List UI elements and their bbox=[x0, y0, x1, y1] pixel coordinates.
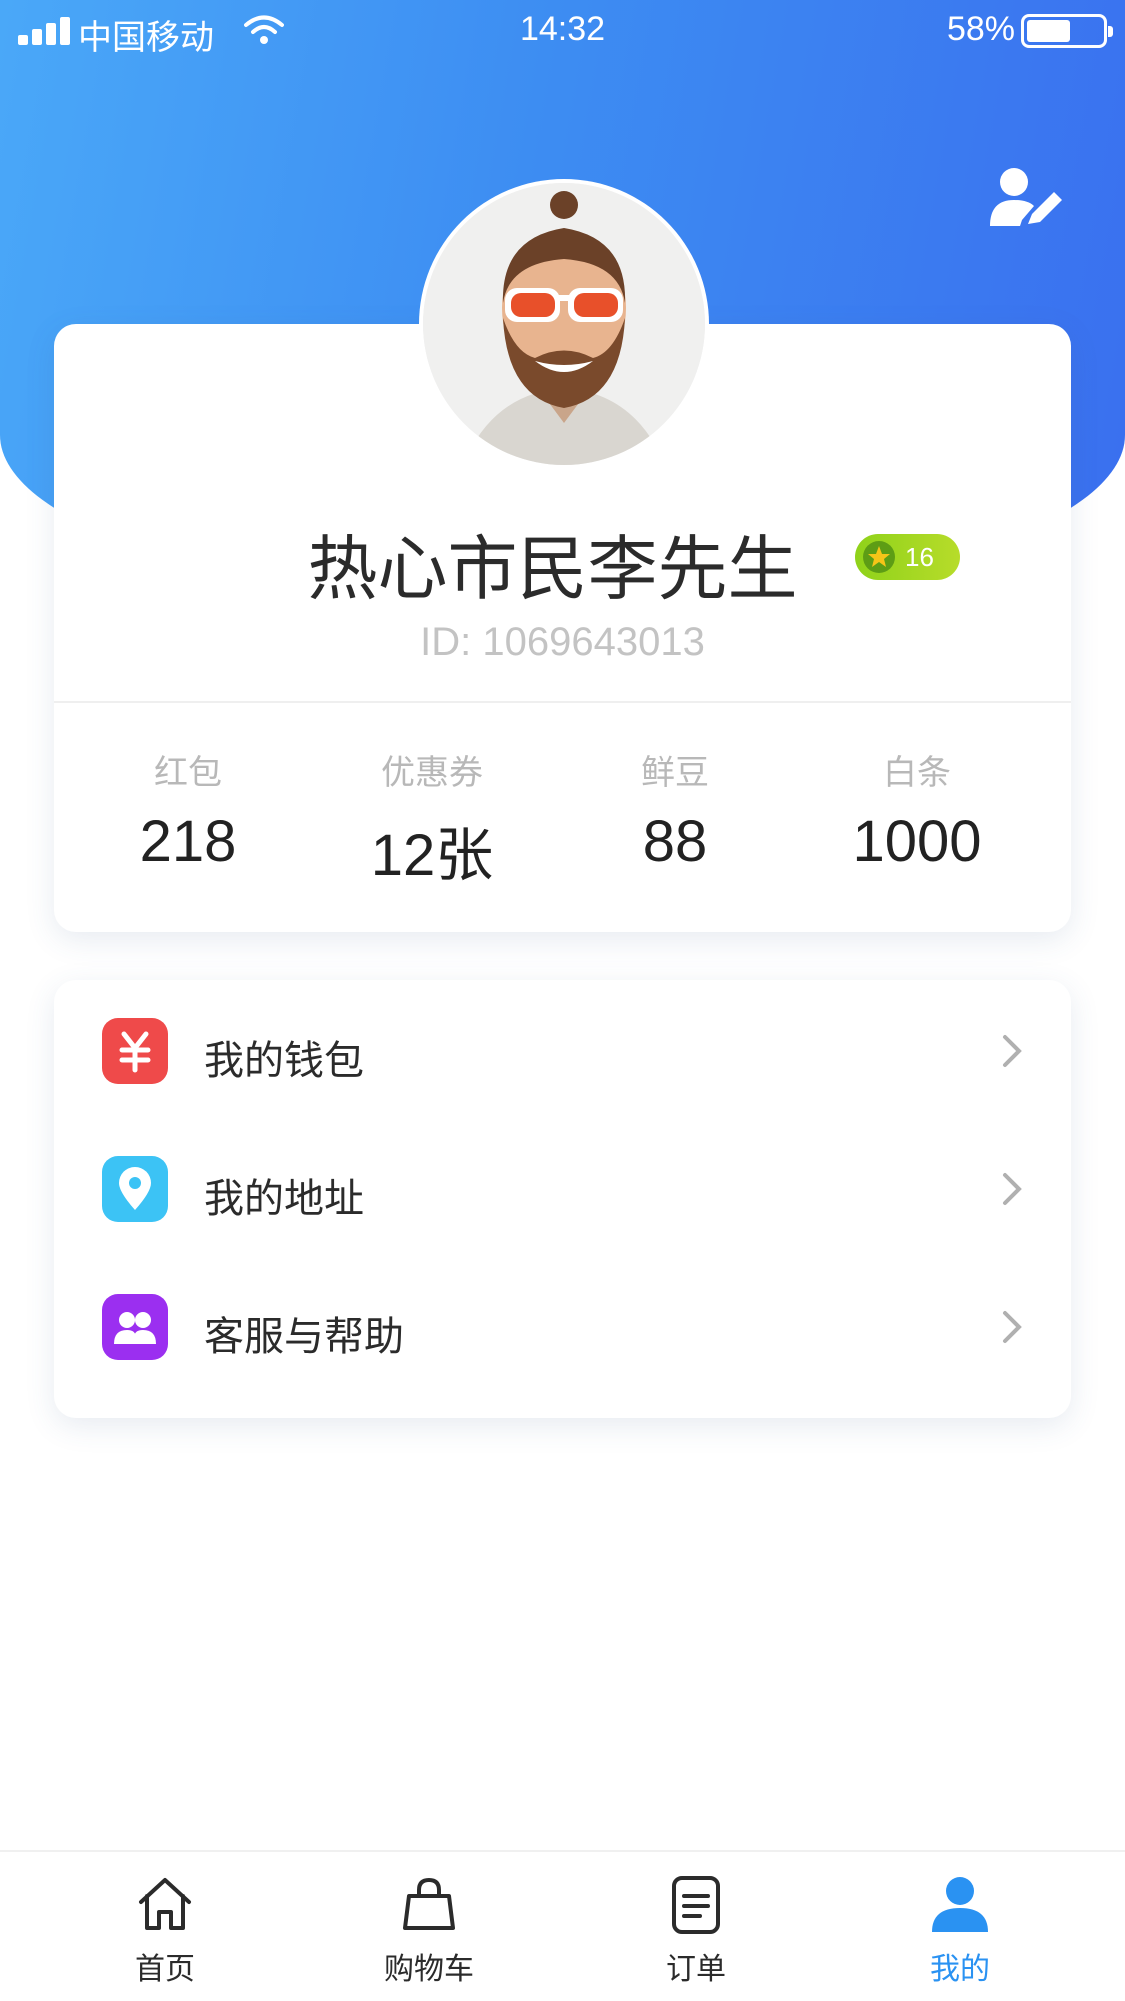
tab-cart[interactable]: 购物车 bbox=[329, 1852, 529, 2001]
status-bar: 中国移动 14:32 58% bbox=[0, 0, 1125, 60]
menu-card: 我的钱包 我的地址 客服与帮助 bbox=[54, 980, 1071, 1418]
tab-orders[interactable]: 订单 bbox=[596, 1852, 796, 2001]
stat-coupons[interactable]: 优惠券 12张 bbox=[310, 745, 554, 892]
shopping-bag-icon bbox=[403, 1877, 455, 1930]
tab-label: 购物车 bbox=[384, 1952, 474, 1987]
tab-home[interactable]: 首页 bbox=[65, 1852, 265, 2001]
tab-mine[interactable]: 我的 bbox=[860, 1852, 1060, 2001]
home-icon bbox=[139, 1878, 191, 1930]
divider bbox=[54, 701, 1071, 703]
level-badge: 16 bbox=[855, 534, 960, 580]
menu-label: 客服与帮助 bbox=[204, 1314, 404, 1360]
level-number: 16 bbox=[905, 542, 934, 572]
location-pin-icon bbox=[102, 1156, 168, 1222]
user-avatar[interactable] bbox=[423, 183, 705, 465]
menu-label: 我的钱包 bbox=[204, 1038, 364, 1084]
menu-label: 我的地址 bbox=[204, 1176, 364, 1222]
yuan-wallet-icon bbox=[102, 1018, 168, 1084]
tab-label: 我的 bbox=[930, 1952, 990, 1987]
menu-item-customer-service[interactable]: 客服与帮助 bbox=[54, 1258, 1071, 1396]
stat-value: 218 bbox=[139, 809, 237, 874]
battery-percent: 58% bbox=[946, 10, 1015, 48]
stat-label: 优惠券 bbox=[381, 753, 483, 793]
stat-beans[interactable]: 鲜豆 88 bbox=[553, 745, 797, 875]
menu-item-wallet[interactable]: 我的钱包 bbox=[54, 982, 1071, 1120]
menu-item-address[interactable]: 我的地址 bbox=[54, 1120, 1071, 1258]
tab-label: 首页 bbox=[135, 1952, 195, 1987]
chevron-right-icon bbox=[1003, 1311, 1022, 1343]
person-icon bbox=[932, 1877, 988, 1932]
user-id: ID: 1069643013 bbox=[420, 620, 705, 664]
stat-label: 红包 bbox=[154, 753, 222, 793]
tab-label: 订单 bbox=[666, 1952, 726, 1987]
edit-profile-icon[interactable] bbox=[988, 166, 1064, 232]
stat-label: 白条 bbox=[883, 753, 951, 793]
customer-service-icon bbox=[102, 1294, 168, 1360]
order-list-icon bbox=[672, 1876, 720, 1934]
stat-label: 鲜豆 bbox=[641, 753, 709, 793]
stat-value: 88 bbox=[642, 809, 708, 874]
stat-credit[interactable]: 白条 1000 bbox=[795, 745, 1039, 875]
stat-value: 12张 bbox=[370, 823, 494, 888]
stat-red-packet[interactable]: 红包 218 bbox=[66, 745, 310, 875]
chevron-right-icon bbox=[1003, 1173, 1022, 1205]
tab-bar: 首页 购物车 订单 我的 bbox=[0, 1850, 1125, 2001]
stat-value: 1000 bbox=[852, 809, 982, 874]
chevron-right-icon bbox=[1003, 1035, 1022, 1067]
star-icon bbox=[863, 541, 895, 573]
battery-icon bbox=[1021, 14, 1113, 48]
